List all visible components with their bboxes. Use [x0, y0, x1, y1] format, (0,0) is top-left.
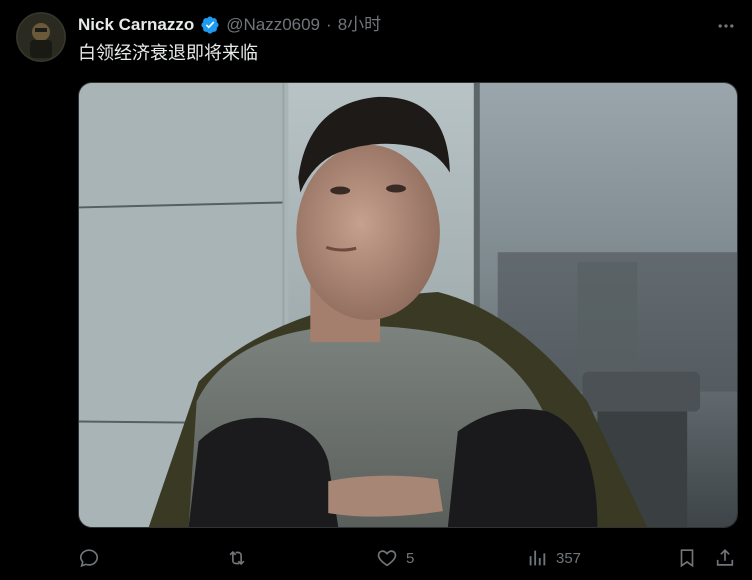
views-chart-icon — [526, 547, 548, 569]
avatar-image — [16, 12, 66, 62]
retweet-icon — [226, 547, 248, 569]
avatar[interactable] — [16, 12, 66, 62]
like-button[interactable]: 5 — [376, 540, 414, 576]
retweet-button[interactable] — [226, 540, 256, 576]
meta-separator: · — [326, 15, 332, 34]
share-icon — [714, 547, 736, 569]
bookmark-icon — [676, 547, 698, 569]
views-count: 357 — [556, 549, 582, 567]
author-display-name[interactable]: Nick Carnazzo — [78, 14, 194, 36]
share-button[interactable] — [714, 540, 736, 576]
heart-icon — [376, 547, 398, 569]
bookmark-button[interactable] — [676, 540, 698, 576]
verified-badge-icon — [200, 15, 220, 35]
reply-button[interactable] — [78, 540, 108, 576]
tweet-media-photo[interactable] — [78, 82, 738, 528]
tweet-timestamp[interactable]: 8小时 — [338, 14, 381, 36]
more-horizontal-icon[interactable] — [714, 14, 738, 38]
author-handle[interactable]: @Nazz0609 — [226, 14, 320, 36]
tweet-text: 白领经济衰退即将来临 — [78, 43, 258, 64]
photo-image — [79, 83, 737, 527]
like-count: 5 — [406, 549, 415, 567]
views-button[interactable]: 357 — [526, 540, 581, 576]
tweet-header: Nick Carnazzo @Nazz0609 · 8小时 — [78, 14, 381, 36]
reply-icon — [78, 547, 100, 569]
tweet-actions: 5 357 — [78, 540, 738, 576]
